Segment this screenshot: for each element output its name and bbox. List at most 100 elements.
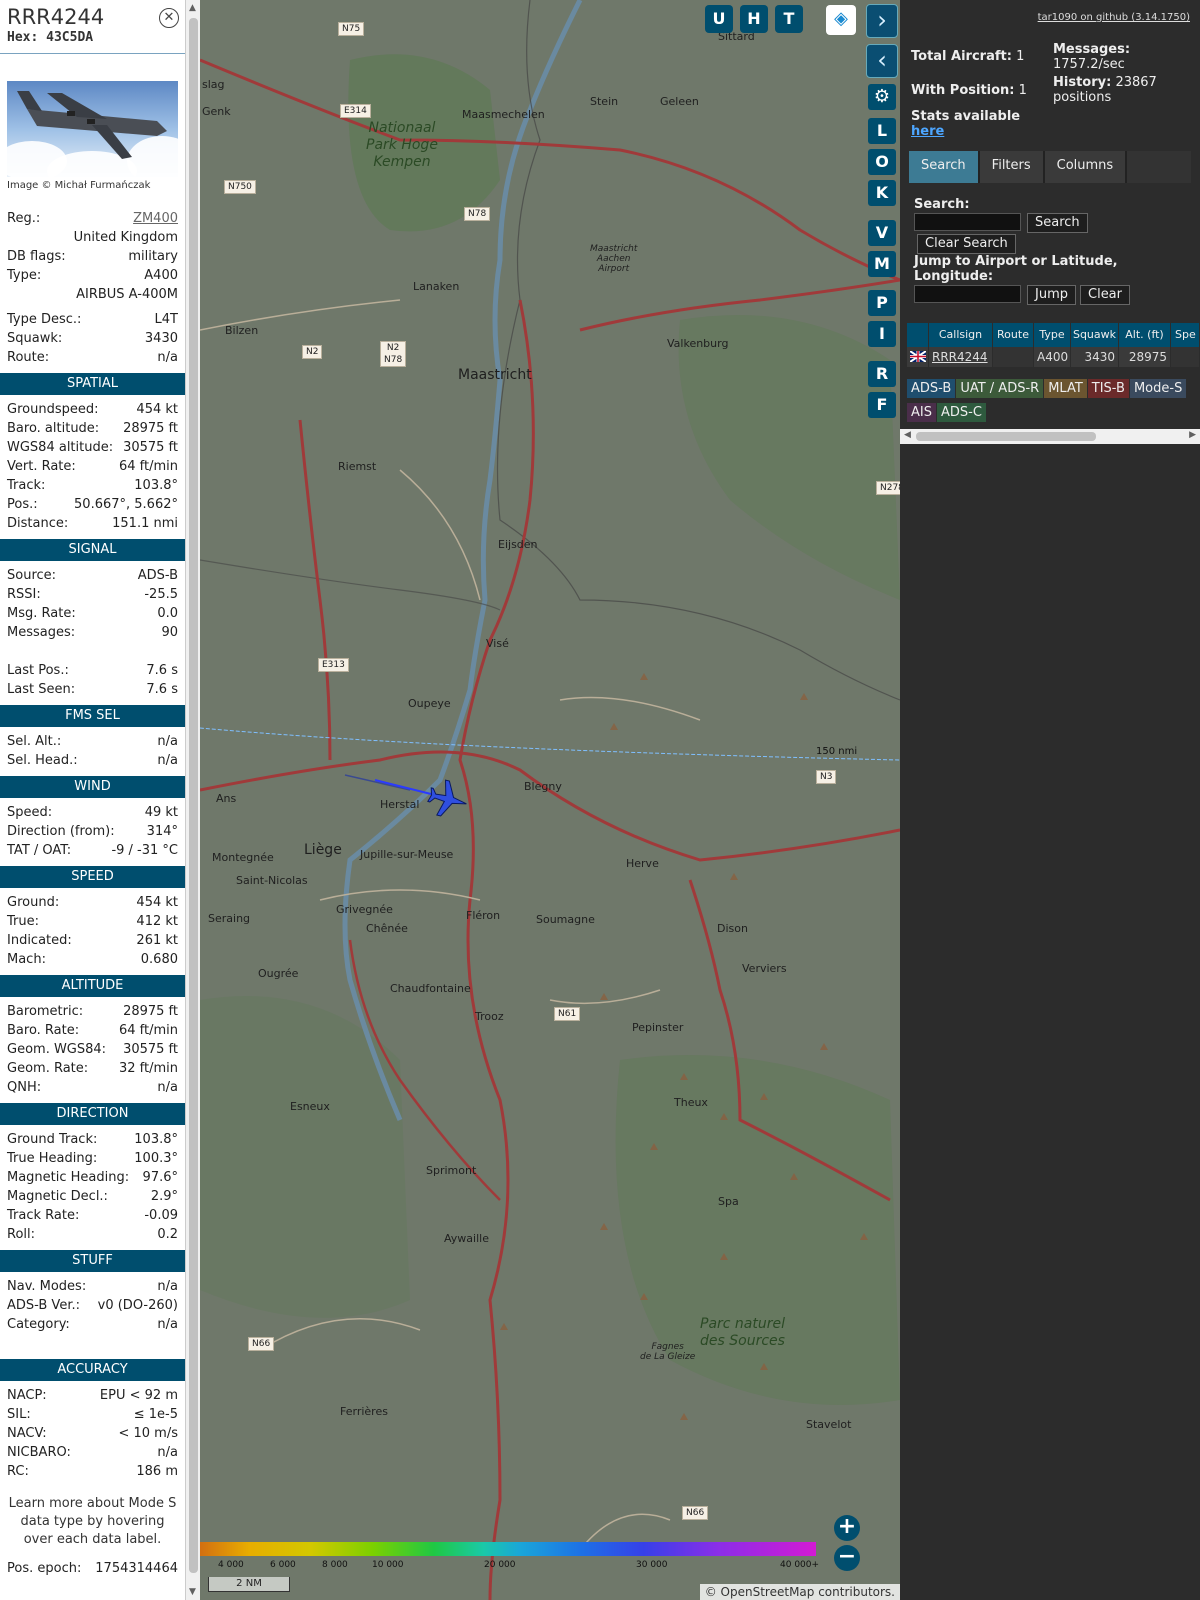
- info-row-label[interactable]: Distance:: [7, 514, 68, 533]
- alt-label-30000: 30 000: [636, 1560, 668, 1570]
- hscroll-thumb[interactable]: [916, 432, 1096, 441]
- button-u[interactable]: U: [705, 5, 733, 33]
- row-callsign[interactable]: RRR4244: [929, 347, 993, 367]
- clear-button[interactable]: Clear: [1080, 285, 1130, 305]
- col-callsign[interactable]: Callsign: [929, 323, 993, 347]
- scroll-right-icon[interactable]: ▶: [1189, 430, 1196, 440]
- info-row-label[interactable]: Nav. Modes:: [7, 1277, 86, 1296]
- stats-link[interactable]: here: [911, 124, 944, 139]
- info-row-label[interactable]: Pos.:: [7, 495, 38, 514]
- aircraft-icon[interactable]: [422, 777, 472, 821]
- info-row-label[interactable]: Msg. Rate:: [7, 604, 76, 623]
- col-type[interactable]: Type: [1034, 323, 1071, 347]
- button-v[interactable]: V: [868, 220, 896, 246]
- info-row-label[interactable]: Speed:: [7, 803, 52, 822]
- scroll-up-icon[interactable]: ▲: [189, 3, 196, 13]
- info-row-label[interactable]: Barometric:: [7, 1002, 83, 1021]
- info-row-label[interactable]: NACV:: [7, 1424, 47, 1443]
- button-k[interactable]: K: [868, 180, 896, 206]
- info-row-label[interactable]: Last Pos.:: [7, 661, 69, 680]
- info-row-label[interactable]: Ground Track:: [7, 1130, 97, 1149]
- info-row-label[interactable]: Vert. Rate:: [7, 457, 76, 476]
- info-row-label[interactable]: Magnetic Heading:: [7, 1168, 129, 1187]
- zoom-in-icon[interactable]: +: [834, 1515, 860, 1541]
- info-row-label[interactable]: NACP:: [7, 1386, 47, 1405]
- info-row: Sel. Alt.: n/a: [0, 732, 185, 751]
- settings-gear-icon[interactable]: ⚙: [868, 84, 896, 110]
- tab-columns[interactable]: Columns: [1044, 151, 1126, 183]
- info-row-label[interactable]: Category:: [7, 1315, 70, 1334]
- button-f[interactable]: F: [868, 392, 896, 418]
- zoom-out-icon[interactable]: −: [834, 1545, 860, 1571]
- jump-button[interactable]: Jump: [1027, 285, 1076, 305]
- info-row-label[interactable]: Baro. Rate:: [7, 1021, 79, 1040]
- map-view[interactable]: Sittard Maasmechelen Stein Geleen Genk s…: [200, 0, 900, 1600]
- search-input[interactable]: [914, 213, 1021, 231]
- info-row-label[interactable]: Groundspeed:: [7, 400, 98, 419]
- info-row-label[interactable]: Magnetic Decl.:: [7, 1187, 108, 1206]
- github-link[interactable]: tar1090 on github (3.14.1750): [1038, 12, 1190, 23]
- map-attribution[interactable]: © OpenStreetMap contributors.: [699, 1584, 900, 1600]
- tab-search[interactable]: Search: [909, 151, 978, 183]
- info-row-label[interactable]: Direction (from):: [7, 822, 115, 841]
- place-ans: Ans: [216, 792, 237, 805]
- info-row-label[interactable]: Track:: [7, 476, 45, 495]
- info-row-label[interactable]: Mach:: [7, 950, 46, 969]
- info-row-label[interactable]: Ground:: [7, 893, 59, 912]
- col-squawk[interactable]: Squawk: [1071, 323, 1119, 347]
- chevron-right-icon[interactable]: ›: [866, 4, 898, 38]
- info-row-label[interactable]: RSSI:: [7, 585, 41, 604]
- info-scroll-thumb[interactable]: [189, 18, 198, 1573]
- info-scrollbar[interactable]: ▲ ▼: [185, 0, 200, 1600]
- tab-filters[interactable]: Filters: [979, 151, 1043, 183]
- info-row-label[interactable]: NICBARO:: [7, 1443, 71, 1462]
- info-row-label[interactable]: Geom. Rate:: [7, 1059, 88, 1078]
- info-row-label[interactable]: QNH:: [7, 1078, 41, 1097]
- info-row-label[interactable]: WGS84 altitude:: [7, 438, 113, 457]
- info-row-label[interactable]: ADS-B Ver.:: [7, 1296, 80, 1315]
- button-i[interactable]: I: [868, 321, 896, 347]
- info-row-label[interactable]: Messages:: [7, 623, 75, 642]
- info-row-label[interactable]: Sel. Alt.:: [7, 732, 61, 751]
- info-row-label[interactable]: True:: [7, 912, 39, 931]
- button-m[interactable]: M: [868, 251, 896, 277]
- layers-icon[interactable]: ◈: [826, 5, 856, 35]
- info-row-label[interactable]: Source:: [7, 566, 56, 585]
- jump-input[interactable]: [914, 285, 1021, 303]
- scroll-left-icon[interactable]: ◀: [904, 430, 911, 440]
- info-row-label[interactable]: Track Rate:: [7, 1206, 79, 1225]
- chevron-left-icon[interactable]: ‹: [866, 44, 898, 78]
- info-row-label[interactable]: Sel. Head.:: [7, 751, 78, 770]
- button-t[interactable]: T: [775, 5, 803, 33]
- col-speed[interactable]: Spe: [1171, 323, 1200, 347]
- info-row-label[interactable]: Last Seen:: [7, 680, 75, 699]
- button-o[interactable]: O: [868, 149, 896, 175]
- info-row-label[interactable]: Indicated:: [7, 931, 72, 950]
- info-row-label[interactable]: True Heading:: [7, 1149, 97, 1168]
- button-p[interactable]: P: [868, 290, 896, 316]
- col-flag[interactable]: [907, 323, 929, 347]
- col-altitude[interactable]: Alt. (ft): [1119, 323, 1171, 347]
- info-row-label[interactable]: TAT / OAT:: [7, 841, 71, 860]
- clear-search-button[interactable]: Clear Search: [917, 234, 1016, 254]
- close-icon[interactable]: ✕: [159, 8, 179, 28]
- table-row[interactable]: RRR4244 A400 3430 28975: [907, 347, 1200, 367]
- aircraft-photo[interactable]: [7, 81, 178, 177]
- info-row-label[interactable]: Roll:: [7, 1225, 35, 1244]
- scroll-down-icon[interactable]: ▼: [189, 1587, 196, 1597]
- info-row-label[interactable]: Geom. WGS84:: [7, 1040, 106, 1059]
- reg-link[interactable]: ZM400: [133, 209, 178, 228]
- info-row-label[interactable]: SIL:: [7, 1405, 31, 1424]
- place-stein: Stein: [590, 95, 619, 108]
- info-row-label[interactable]: RC:: [7, 1462, 29, 1481]
- button-r[interactable]: R: [868, 361, 896, 387]
- search-button[interactable]: Search: [1027, 213, 1088, 233]
- info-row-label[interactable]: Baro. altitude:: [7, 419, 99, 438]
- selected-hex: Hex: 43C5DA: [7, 30, 94, 45]
- button-l[interactable]: L: [868, 118, 896, 144]
- table-hscroll[interactable]: ◀ ▶: [900, 429, 1200, 444]
- info-row-value: 7.6 s: [146, 663, 178, 678]
- button-h[interactable]: H: [740, 5, 768, 33]
- info-row: Source: ADS-B: [0, 566, 185, 585]
- col-route[interactable]: Route: [993, 323, 1034, 347]
